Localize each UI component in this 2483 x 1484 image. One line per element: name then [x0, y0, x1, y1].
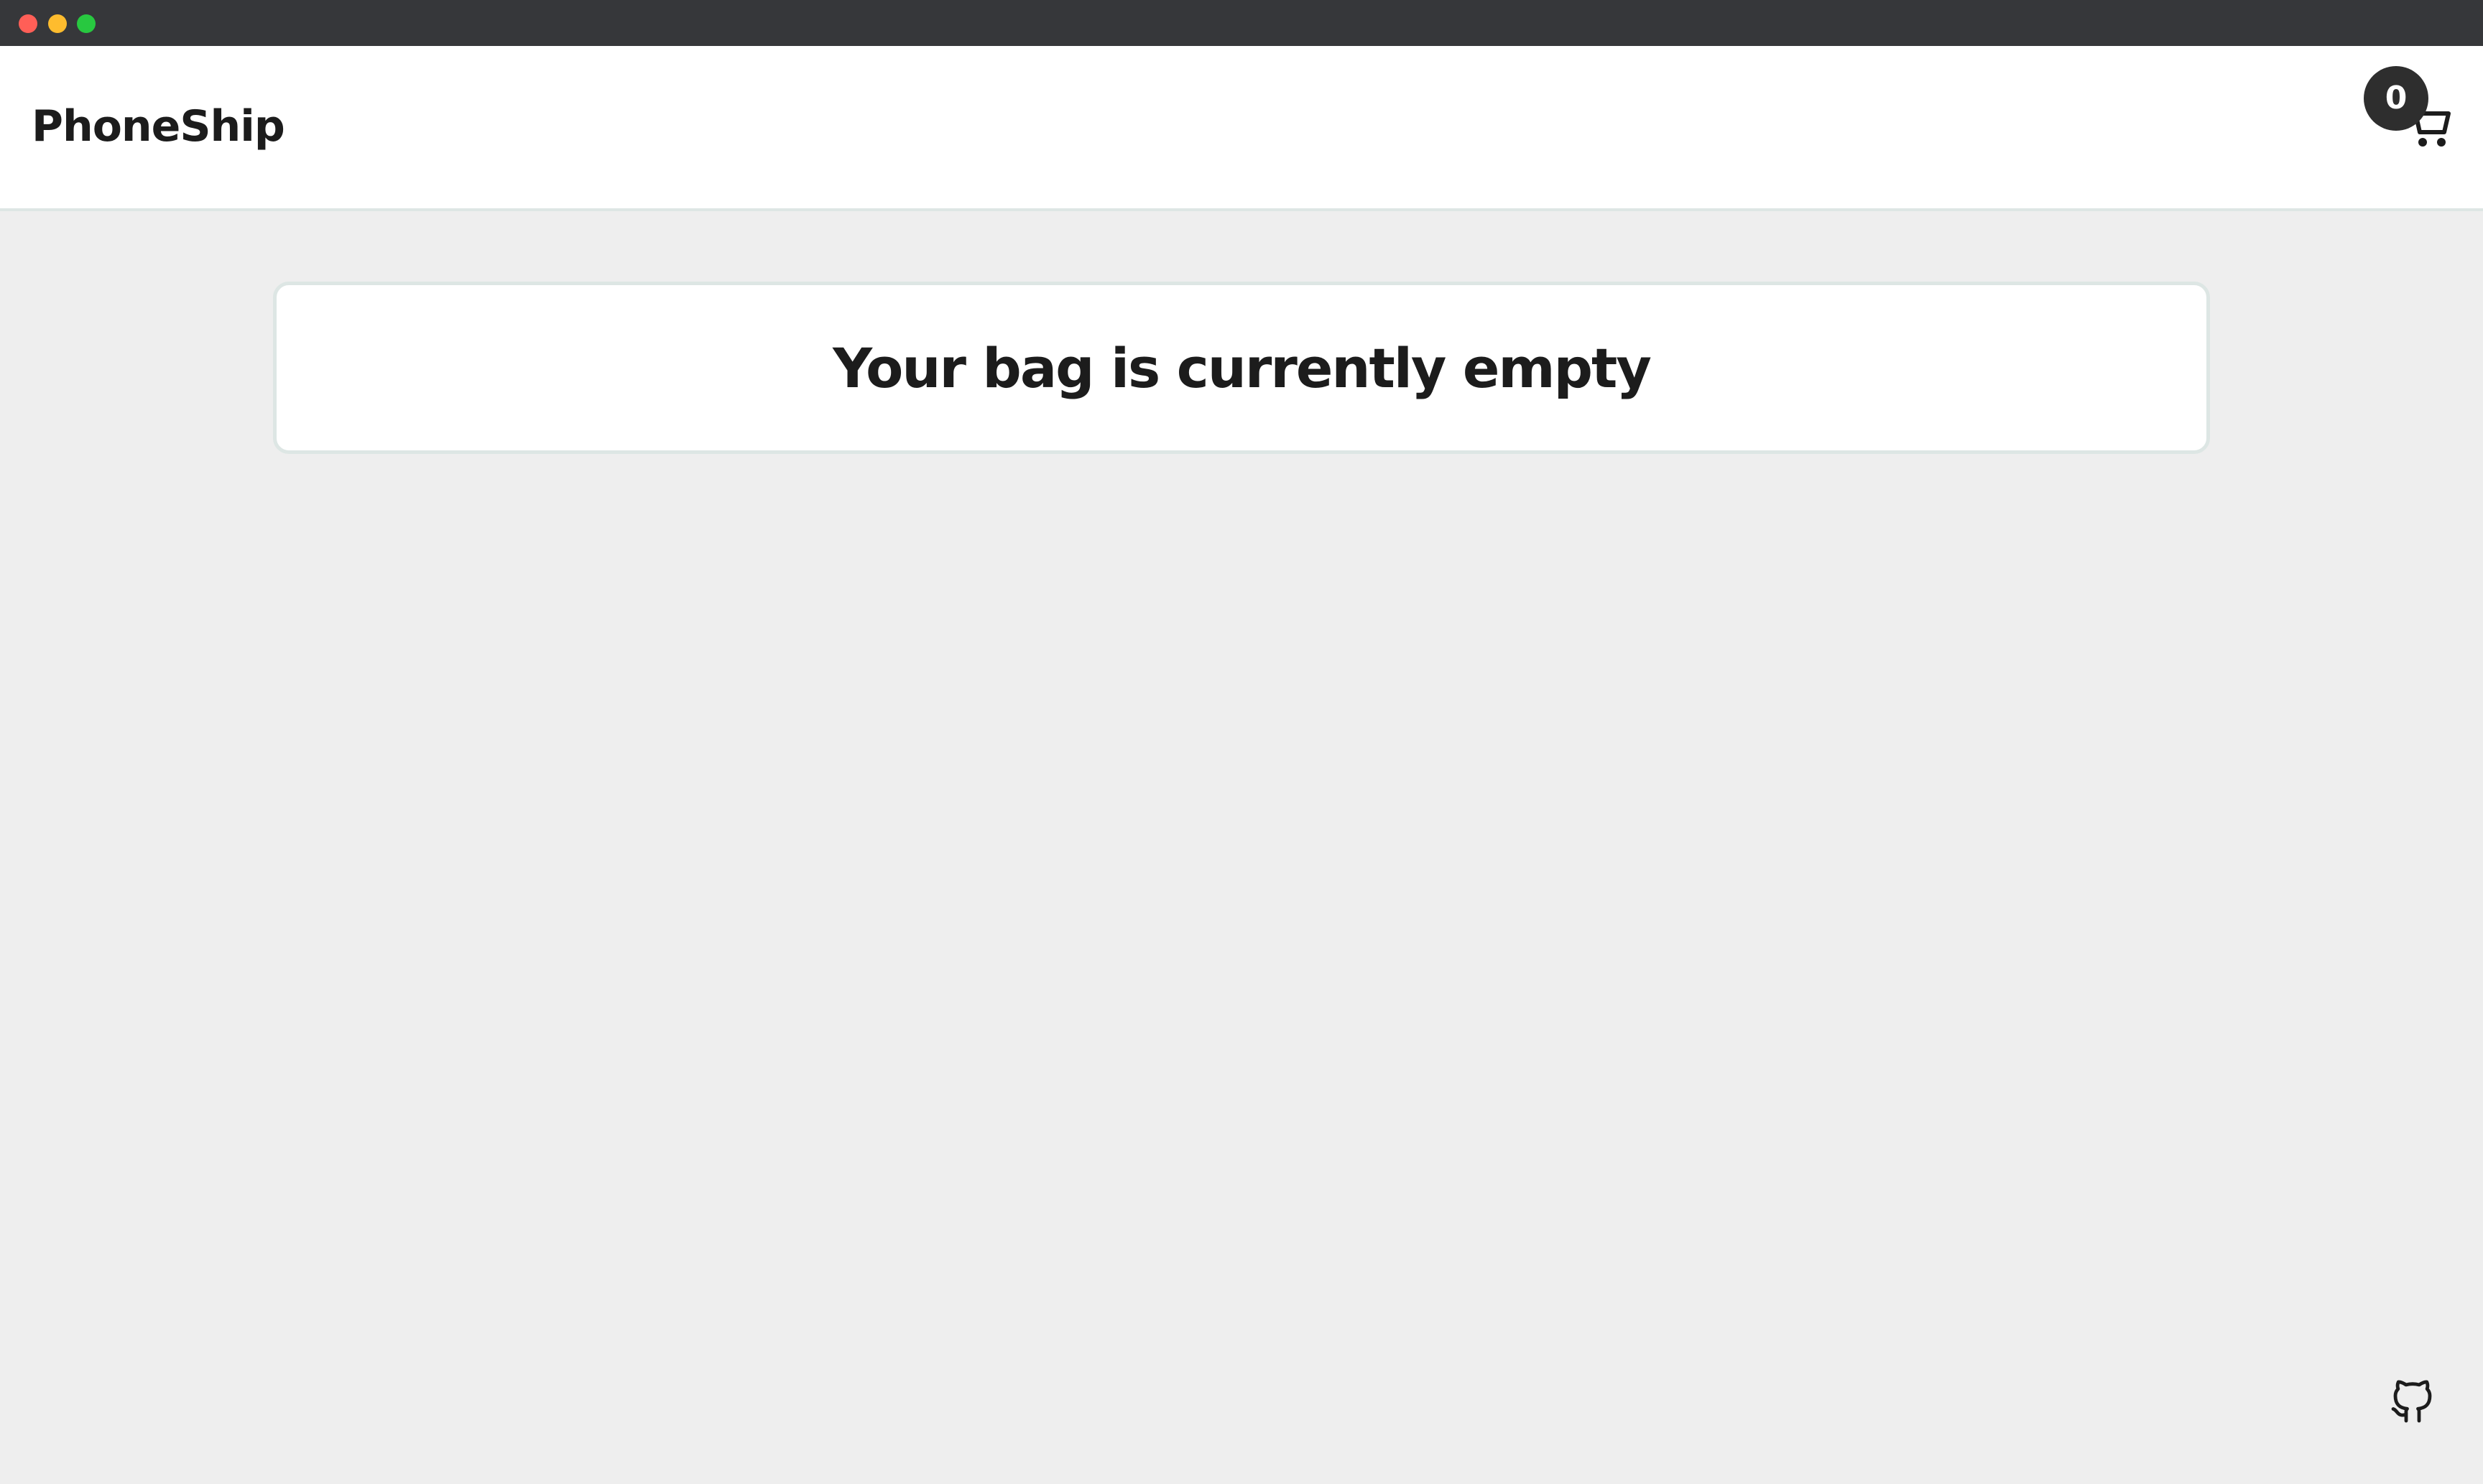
window-titlebar — [0, 0, 2483, 46]
minimize-window-button[interactable] — [48, 14, 67, 33]
brand-logo[interactable]: PhoneShip — [32, 98, 285, 155]
github-link[interactable] — [2387, 1369, 2438, 1425]
empty-bag-message: Your bag is currently empty — [833, 335, 1652, 400]
navbar: PhoneShip 0 — [0, 46, 2483, 211]
cart-count-badge: 0 — [2364, 66, 2428, 131]
browser-window: PhoneShip 0 Your bag is currently empty — [0, 0, 2483, 1484]
close-window-button[interactable] — [19, 14, 37, 33]
github-icon — [2391, 1380, 2432, 1423]
cart-button[interactable]: 0 — [2364, 66, 2457, 152]
empty-bag-card: Your bag is currently empty — [273, 282, 2210, 454]
zoom-window-button[interactable] — [77, 14, 96, 33]
